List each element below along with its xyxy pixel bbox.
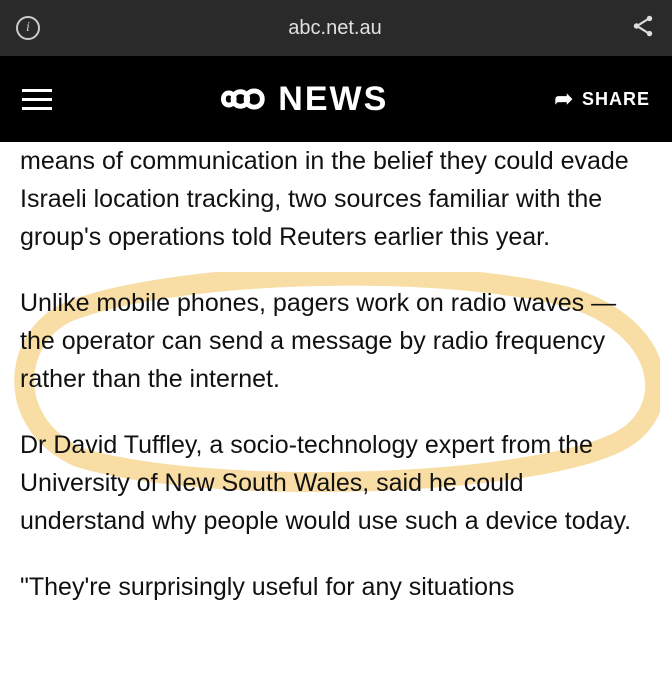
menu-icon[interactable] xyxy=(22,89,52,110)
browser-url[interactable]: abc.net.au xyxy=(40,17,630,40)
article-body: Hezbollah fighters have been using pager… xyxy=(0,142,672,700)
share-label: SHARE xyxy=(582,89,650,110)
abc-logo-icon xyxy=(218,82,272,116)
browser-address-bar: i abc.net.au xyxy=(0,0,672,56)
article-paragraph: Unlike mobile phones, pagers work on rad… xyxy=(20,284,652,398)
share-arrow-icon: ➦ xyxy=(555,86,574,112)
site-header: NEWS ➦ SHARE xyxy=(0,56,672,142)
share-button[interactable]: ➦ SHARE xyxy=(555,86,650,112)
article-paragraph: Dr David Tuffley, a socio-technology exp… xyxy=(20,426,652,540)
browser-share-icon[interactable] xyxy=(630,13,656,44)
article-paragraph: "They're surprisingly useful for any sit… xyxy=(20,568,652,606)
info-icon[interactable]: i xyxy=(16,16,40,40)
site-logo-text: NEWS xyxy=(278,80,388,119)
site-logo[interactable]: NEWS xyxy=(218,80,388,119)
article-paragraph: Hezbollah fighters have been using pager… xyxy=(20,142,652,256)
